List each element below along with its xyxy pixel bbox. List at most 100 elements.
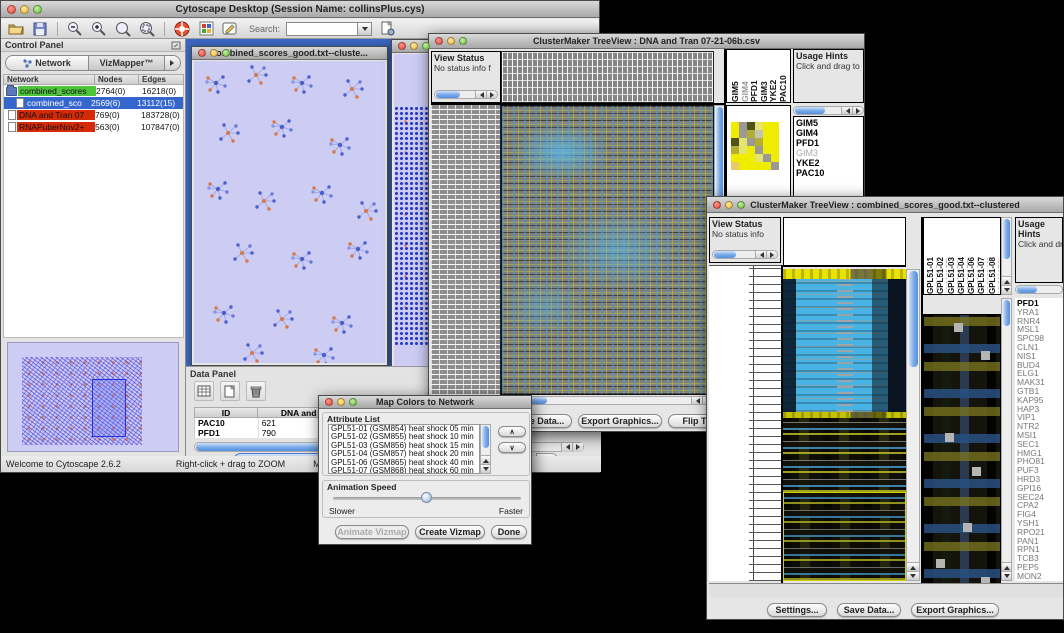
zoom-fit-icon[interactable] — [138, 21, 156, 37]
zoom-button[interactable] — [459, 37, 467, 45]
tab-vizmapper[interactable]: VizMapper™ — [89, 55, 165, 71]
done-button[interactable]: Done — [491, 525, 527, 539]
scroll-up-button[interactable] — [1002, 562, 1011, 571]
network-list-row[interactable]: RNAPuberNov2+ 563(0) 107847(0) — [4, 121, 183, 133]
close-button[interactable] — [713, 201, 721, 209]
attribute-item[interactable]: GPL51-07 (GSM868) heat shock 60 min — [329, 467, 479, 474]
gene-list-panel[interactable]: GIM5GIM4PFD1GIM3YKE2PAC10 — [793, 116, 864, 199]
similarity-matrix[interactable] — [731, 122, 779, 170]
search-config-icon[interactable] — [378, 21, 396, 37]
heatmap-canvas[interactable] — [501, 105, 714, 395]
open-file-icon[interactable] — [7, 21, 25, 37]
vizmapper-grid-icon[interactable] — [197, 21, 215, 37]
search-input[interactable] — [286, 22, 358, 36]
scroll-down-button[interactable] — [907, 571, 919, 580]
settings-button[interactable]: Settings... — [767, 603, 827, 617]
minimize-button[interactable] — [210, 49, 218, 57]
usage-hints-scrollbar[interactable] — [1015, 285, 1063, 294]
zoom-button[interactable] — [422, 42, 430, 50]
scroll-left-button[interactable] — [561, 443, 572, 452]
column-dendrogram[interactable] — [501, 51, 714, 103]
scrollbar-thumb[interactable] — [909, 271, 918, 367]
save-icon[interactable] — [31, 21, 49, 37]
dialog-title-bar[interactable]: Map Colors to Network — [319, 396, 531, 409]
network-list-row[interactable]: DNA and Tran 07 769(0) 183728(0) — [4, 109, 183, 121]
column-labels-panel[interactable]: GPL51-01 (GSM854)GPL51-02 (GSM855)GPL51-… — [923, 217, 1001, 295]
usage-hints-scrollbar[interactable] — [793, 106, 864, 115]
view-status-scrollbar[interactable] — [434, 90, 498, 99]
minimize-button[interactable] — [337, 398, 345, 406]
attribute-list-scrollbar[interactable] — [480, 424, 491, 474]
scroll-left-button[interactable] — [841, 106, 852, 115]
close-button[interactable] — [398, 42, 406, 50]
scrollbar-thumb[interactable] — [795, 107, 825, 114]
birdseye-view[interactable] — [7, 342, 179, 452]
row-dendrogram[interactable] — [709, 265, 781, 581]
scrollbar-thumb[interactable] — [482, 426, 489, 448]
scroll-down-button[interactable] — [1002, 571, 1011, 580]
column-nodes[interactable]: Nodes — [95, 74, 139, 85]
heatmap-vscrollbar[interactable] — [906, 269, 920, 581]
column-labels-panel[interactable]: GIM5GIM4PFD1GIM3YKE2PAC10 — [726, 49, 791, 103]
zoom-button[interactable] — [33, 5, 42, 14]
annotation-icon[interactable] — [221, 21, 239, 37]
close-button[interactable] — [435, 37, 443, 45]
scroll-left-button[interactable] — [755, 250, 766, 259]
treeview1-title-bar[interactable]: ClusterMaker TreeView : DNA and Tran 07-… — [429, 34, 864, 49]
scroll-right-button[interactable] — [486, 90, 497, 99]
tab-network[interactable]: Network — [5, 55, 89, 71]
zoom-button[interactable] — [349, 398, 357, 406]
close-button[interactable] — [198, 49, 206, 57]
main-title-bar[interactable]: Cytoscape Desktop (Session Name: collins… — [1, 1, 599, 18]
move-up-button[interactable]: ∧ — [498, 426, 526, 437]
network-list-row[interactable]: combined_scores 2764(0) 16218(0) — [4, 85, 183, 97]
minimize-button[interactable] — [447, 37, 455, 45]
scroll-left-button[interactable] — [475, 90, 486, 99]
column-id[interactable]: ID — [194, 407, 258, 418]
treeview2-title-bar[interactable]: ClusterMaker TreeView : combined_scores_… — [707, 197, 1063, 213]
new-attribute-icon[interactable] — [220, 381, 240, 401]
scroll-right-button[interactable] — [572, 443, 583, 452]
column-network[interactable]: Network — [3, 74, 95, 85]
zoom-in-icon[interactable] — [90, 21, 108, 37]
close-button[interactable] — [325, 398, 333, 406]
save-data-button[interactable]: Save Data... — [837, 603, 901, 617]
zoom-button[interactable] — [222, 49, 230, 57]
help-lifering-icon[interactable] — [173, 21, 191, 37]
move-down-button[interactable]: ∨ — [498, 442, 526, 453]
scroll-left-button[interactable] — [691, 396, 702, 405]
scroll-right-button[interactable] — [766, 250, 777, 259]
birdseye-viewport-rect[interactable] — [92, 379, 126, 437]
network-canvas[interactable] — [194, 61, 385, 363]
zoom-panel-scrollbar[interactable] — [1001, 298, 1012, 581]
scroll-right-button[interactable] — [852, 106, 863, 115]
heatmap-selection-box[interactable] — [783, 492, 906, 581]
speed-slider-thumb[interactable] — [421, 492, 432, 503]
scrollbar-thumb[interactable] — [1003, 300, 1010, 326]
row-dendrogram[interactable] — [431, 105, 501, 395]
scrollbar-thumb[interactable] — [714, 251, 736, 258]
scrollbar-thumb[interactable] — [436, 91, 460, 98]
close-button[interactable] — [7, 5, 16, 14]
scroll-down-button[interactable] — [1002, 285, 1011, 294]
minimize-button[interactable] — [725, 201, 733, 209]
animate-vizmap-button[interactable]: Animate Vizmap — [335, 525, 409, 539]
export-graphics-button[interactable]: Export Graphics... — [911, 603, 999, 617]
scrollbar-thumb[interactable] — [1017, 286, 1037, 293]
network-view-title-bar[interactable]: combined_scores_good.txt--cluste... — [192, 47, 387, 60]
view-status-scrollbar[interactable] — [712, 250, 778, 259]
minimize-button[interactable] — [410, 42, 418, 50]
scroll-up-button[interactable] — [1002, 276, 1011, 285]
zoom-selected-icon[interactable] — [114, 21, 132, 37]
zoom-heatmap-panel[interactable] — [923, 314, 1001, 597]
more-tabs-button[interactable] — [165, 55, 181, 71]
zoom-button[interactable] — [737, 201, 745, 209]
search-dropdown-button[interactable] — [358, 22, 372, 36]
column-labels-scrollbar[interactable] — [1001, 217, 1012, 295]
zoom-out-icon[interactable] — [66, 21, 84, 37]
column-edges[interactable]: Edges — [139, 74, 184, 85]
scroll-down-button[interactable] — [481, 464, 490, 473]
network-list-row[interactable]: combined_sco 2569(6) 13112(15) — [4, 97, 183, 109]
create-vizmap-button[interactable]: Create Vizmap — [415, 525, 485, 539]
heatmap-hscrollbar[interactable] — [501, 396, 714, 405]
